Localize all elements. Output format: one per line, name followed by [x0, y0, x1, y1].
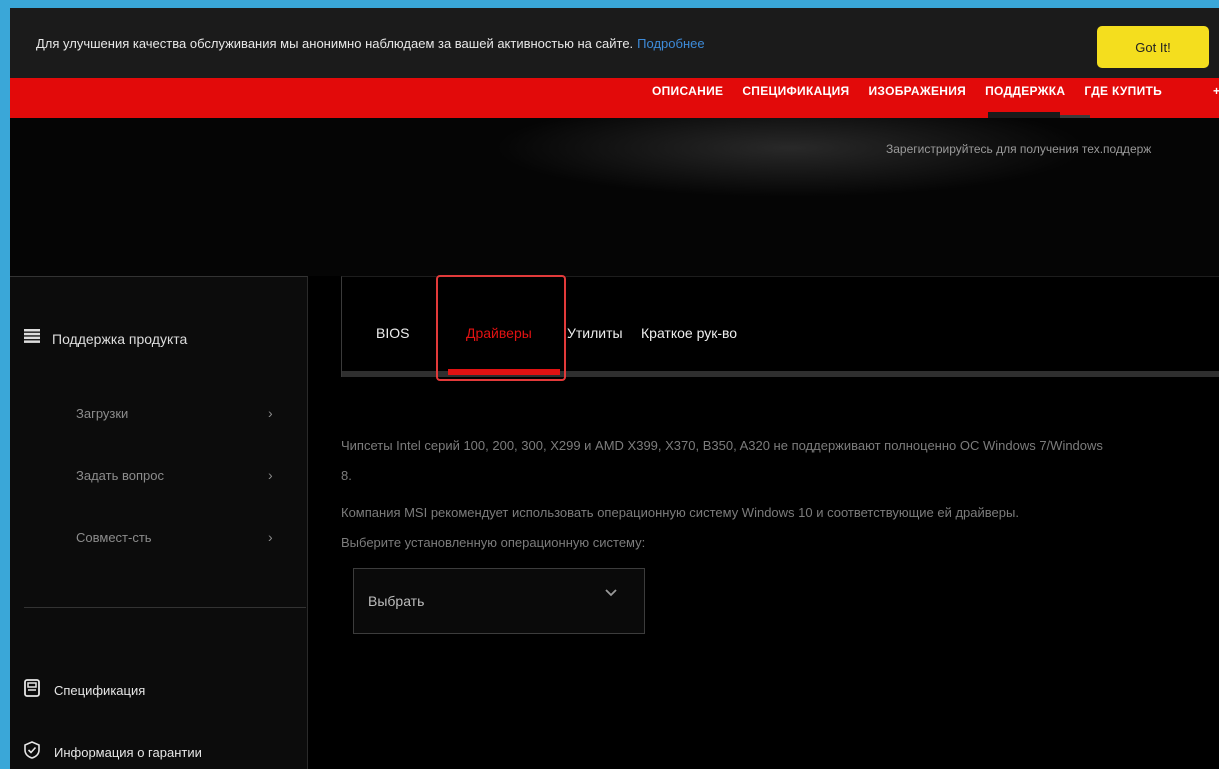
support-main-content: BIOS Драйверы Утилиты Краткое рук-во Чип… — [307, 275, 1219, 769]
tab-utilities[interactable]: Утилиты — [567, 325, 623, 341]
sidebar-item-label: Задать вопрос — [76, 468, 164, 483]
nav-item-images[interactable]: ИЗОБРАЖЕНИЯ — [868, 84, 966, 98]
os-select-dropdown[interactable]: Выбрать — [353, 568, 645, 634]
sidebar-link-specification[interactable]: Спецификация — [24, 679, 145, 702]
nav-overflow-icon[interactable]: + — [1213, 84, 1219, 98]
got-it-button[interactable]: Got It! — [1097, 26, 1209, 68]
tab-quick-guide[interactable]: Краткое рук-во — [641, 325, 737, 341]
sidebar-link-warranty[interactable]: Информация о гарантии — [24, 741, 202, 764]
sidebar-link-label: Спецификация — [54, 683, 146, 698]
cookie-more-link[interactable]: Подробнее — [637, 36, 704, 51]
sidebar-divider — [24, 607, 306, 608]
sidebar-item-compatibility[interactable]: Совмест-сть › — [76, 529, 286, 545]
nav-item-where-to-buy[interactable]: ГДЕ КУПИТЬ — [1084, 84, 1162, 98]
sidebar-item-label: Загрузки — [76, 406, 129, 421]
sidebar-item-downloads[interactable]: Загрузки › — [76, 405, 286, 421]
sidebar-header-label: Поддержка продукта — [52, 330, 188, 347]
select-os-prompt: Выберите установленную операционную сист… — [341, 535, 646, 550]
cookie-notice-text: Для улучшения качества обслуживания мы а… — [36, 36, 705, 51]
sidebar-item-ask-question[interactable]: Задать вопрос › — [76, 467, 286, 483]
sidebar-header[interactable]: Поддержка продукта — [24, 329, 187, 348]
sidebar-link-label: Информация о гарантии — [54, 745, 202, 760]
msi-recommendation-text: Компания MSI рекомендует использовать оп… — [341, 505, 1019, 520]
product-nav-items: ОПИСАНИЕ СПЕЦИФИКАЦИЯ ИЗОБРАЖЕНИЯ ПОДДЕР… — [652, 84, 1162, 98]
product-nav-bar: ОПИСАНИЕ СПЕЦИФИКАЦИЯ ИЗОБРАЖЕНИЯ ПОДДЕР… — [10, 78, 1219, 118]
cookie-notice-bar: Для улучшения качества обслуживания мы а… — [10, 8, 1219, 78]
os-select-value: Выбрать — [368, 593, 425, 609]
chevron-right-icon: › — [268, 405, 273, 421]
nav-item-description[interactable]: ОПИСАНИЕ — [652, 84, 723, 98]
nav-item-support[interactable]: ПОДДЕРЖКА — [985, 84, 1065, 98]
support-sidebar: Поддержка продукта Загрузки › Задать воп… — [10, 276, 308, 769]
shield-check-icon — [24, 741, 40, 764]
register-support-link[interactable]: Зарегистрируйтесь для получения тех.подд… — [886, 142, 1151, 156]
browser-viewport: Для улучшения качества обслуживания мы а… — [10, 8, 1219, 769]
chipset-notice-text-cont: 8. — [341, 468, 352, 483]
chevron-down-icon — [604, 585, 618, 603]
chevron-right-icon: › — [268, 467, 273, 483]
chevron-right-icon: › — [268, 529, 273, 545]
spec-document-icon — [24, 679, 40, 702]
tab-bios[interactable]: BIOS — [376, 325, 409, 341]
nav-item-specification[interactable]: СПЕЦИФИКАЦИЯ — [742, 84, 849, 98]
sidebar-item-label: Совмест-сть — [76, 530, 152, 545]
chipset-notice-text: Чипсеты Intel серий 100, 200, 300, X299 … — [341, 438, 1103, 453]
tab-highlight-box — [436, 275, 566, 381]
support-tabs: BIOS Драйверы Утилиты Краткое рук-во — [341, 275, 1219, 381]
cookie-notice-message: Для улучшения качества обслуживания мы а… — [36, 36, 634, 51]
hero-banner: Зарегистрируйтесь для получения тех.подд… — [10, 118, 1219, 276]
list-icon — [24, 329, 40, 348]
